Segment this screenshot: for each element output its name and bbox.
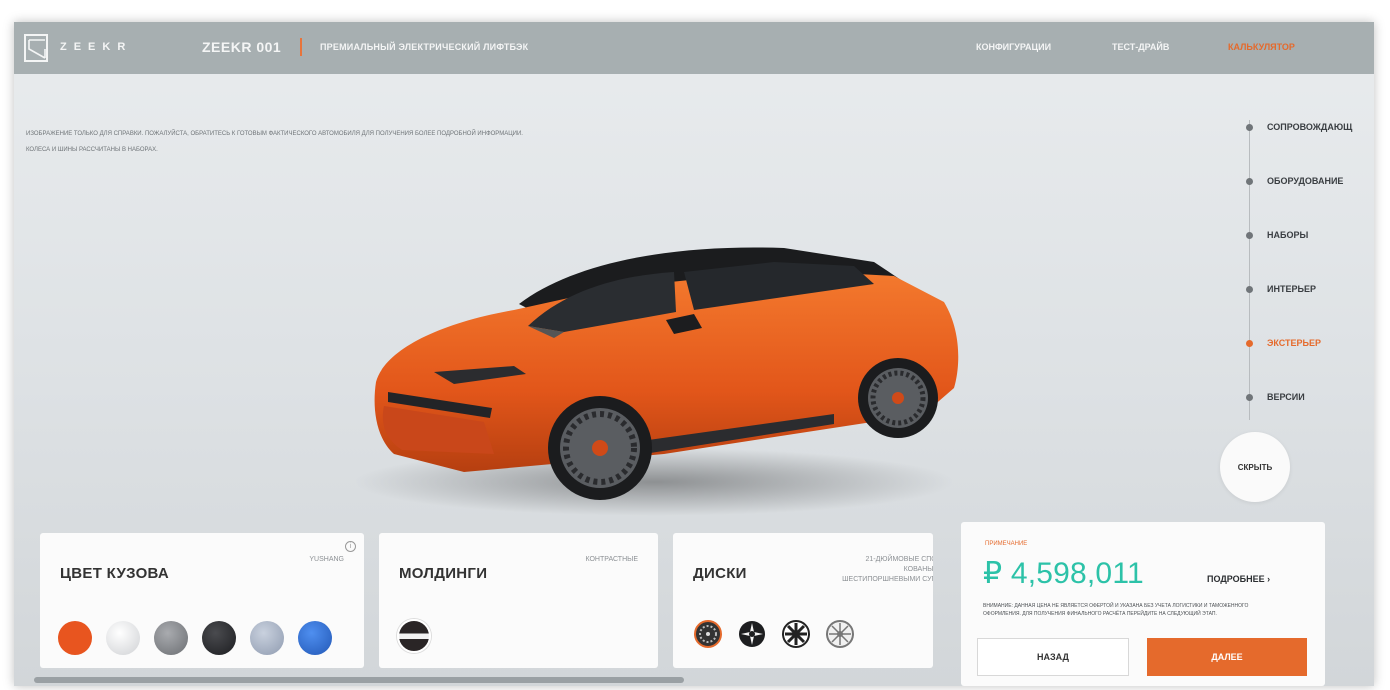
wheels-card: ДИСКИ 21-ДЮЙМОВЫЕ СПОРТИВНЫЕ КОВАНЫЕ ДИС…	[673, 533, 933, 668]
front-wheel	[548, 396, 652, 500]
step-label: ОБОРУДОВАНИЕ	[1267, 176, 1344, 186]
moldings-options	[397, 619, 431, 653]
wheels-value-line-1: 21-ДЮЙМОВЫЕ СПОРТИВНЫЕ	[865, 556, 934, 563]
zeekr-logo-icon[interactable]	[24, 34, 48, 62]
nav-test-drive[interactable]: ТЕСТ-ДРАЙВ	[1112, 42, 1169, 52]
step-versions[interactable]: ВЕРСИИ	[1246, 392, 1305, 402]
step-exterior[interactable]: ЭКСТЕРЬЕР	[1246, 338, 1321, 348]
moldings-title: МОЛДИНГИ	[399, 565, 488, 582]
step-dot-icon	[1246, 285, 1253, 293]
header-divider	[300, 38, 302, 56]
nav-configurations[interactable]: КОНФИГУРАЦИИ	[976, 42, 1051, 52]
wheel-option-3-icon[interactable]	[781, 619, 811, 649]
swatch-white[interactable]	[106, 621, 140, 655]
step-label: СОПРОВОЖДАЮЩ	[1267, 122, 1353, 132]
step-label: ЭКСТЕРЬЕР	[1267, 338, 1322, 348]
wheel-options	[693, 619, 855, 649]
price-panel: ПРИМЕЧАНИЕ ₽ 4,598,011 ПОДРОБНЕЕ › ВНИМА…	[961, 522, 1325, 686]
disclaimer-line-1: ИЗОБРАЖЕНИЕ ТОЛЬКО ДЛЯ СПРАВКИ. ПОЖАЛУЙС…	[26, 131, 523, 137]
details-link[interactable]: ПОДРОБНЕЕ ›	[1207, 574, 1270, 584]
step-dot-icon	[1246, 231, 1253, 239]
body-color-title: ЦВЕТ КУЗОВА	[60, 565, 170, 582]
step-dot-icon	[1246, 123, 1253, 131]
info-icon[interactable]: i	[345, 541, 356, 552]
body-color-value: YUSHANG	[309, 556, 344, 563]
swatch-black[interactable]	[202, 621, 236, 655]
configurator-window: ZEEKR ZEEKR 001 ПРЕМИАЛЬНЫЙ ЭЛЕКТРИЧЕСКИ…	[14, 22, 1374, 686]
steps-line	[1249, 120, 1250, 420]
configurator-steps: СОПРОВОЖДАЮЩ ОБОРУДОВАНИЕ НАБОРЫ ИНТЕРЬЕ…	[1246, 112, 1374, 442]
step-label: ИНТЕРЬЕР	[1267, 284, 1316, 294]
moldings-value: КОНТРАСТНЫЕ	[585, 556, 638, 563]
wheels-title: ДИСКИ	[693, 565, 747, 582]
step-label: НАБОРЫ	[1267, 230, 1309, 240]
molding-contrast-option[interactable]	[397, 619, 431, 653]
step-dot-icon	[1246, 177, 1253, 185]
top-navigation-bar: ZEEKR ZEEKR 001 ПРЕМИАЛЬНЫЙ ЭЛЕКТРИЧЕСКИ…	[14, 22, 1374, 74]
swatch-light-blue-grey[interactable]	[250, 621, 284, 655]
step-label: ВЕРСИИ	[1267, 392, 1305, 402]
rear-wheel	[858, 358, 938, 438]
wheel-option-4-icon[interactable]	[825, 619, 855, 649]
body-color-card: ЦВЕТ КУЗОВА YUSHANG i	[40, 533, 364, 668]
wheels-value: 21-ДЮЙМОВЫЕ СПОРТИВНЫЕ КОВАНЫЕ ДИСКИ С Ш…	[771, 555, 933, 585]
moldings-card: МОЛДИНГИ КОНТРАСТНЫЕ	[379, 533, 658, 668]
step-packages[interactable]: НАБОРЫ	[1246, 230, 1308, 240]
hide-button[interactable]: СКРЫТЬ	[1220, 432, 1290, 502]
step-interior[interactable]: ИНТЕРЬЕР	[1246, 284, 1316, 294]
price-note: ВНИМАНИЕ: ДАННАЯ ЦЕНА НЕ ЯВЛЯЕТСЯ ОФЕРТО…	[983, 603, 1249, 617]
wheel-option-1-icon[interactable]	[693, 619, 723, 649]
nav-calculator[interactable]: КАЛЬКУЛЯТОР	[1228, 42, 1295, 52]
model-name: ZEEKR 001	[202, 39, 282, 55]
next-button[interactable]: ДАЛЕЕ	[1147, 638, 1307, 676]
horizontal-scrollbar[interactable]	[34, 677, 684, 683]
swatch-grey[interactable]	[154, 621, 188, 655]
swatch-blue[interactable]	[298, 621, 332, 655]
image-disclaimer: ИЗОБРАЖЕНИЕ ТОЛЬКО ДЛЯ СПРАВКИ. ПОЖАЛУЙС…	[26, 126, 706, 158]
car-preview-image[interactable]	[314, 192, 994, 532]
total-price: ₽ 4,598,011	[983, 557, 1144, 590]
price-label: ПРИМЕЧАНИЕ	[985, 541, 1028, 547]
wheel-option-2-icon[interactable]	[737, 619, 767, 649]
step-dot-icon	[1246, 393, 1253, 401]
step-accompanying[interactable]: СОПРОВОЖДАЮЩ	[1246, 122, 1352, 132]
brand-name[interactable]: ZEEKR	[60, 41, 132, 53]
wheels-value-line-2: КОВАНЫЕ ДИСКИ С	[903, 566, 933, 573]
details-label: ПОДРОБНЕЕ	[1207, 574, 1265, 584]
step-dot-icon	[1246, 339, 1253, 347]
back-button[interactable]: НАЗАД	[977, 638, 1129, 676]
wheels-value-line-3: ШЕСТИПОРШНЕВЫМИ СУППОРТАМИ	[842, 576, 933, 583]
swatch-orange[interactable]	[58, 621, 92, 655]
chevron-right-icon: ›	[1267, 574, 1271, 584]
body-color-swatches	[58, 621, 332, 655]
step-equipment[interactable]: ОБОРУДОВАНИЕ	[1246, 176, 1343, 186]
model-tagline: ПРЕМИАЛЬНЫЙ ЭЛЕКТРИЧЕСКИЙ ЛИФТБЭК	[320, 42, 529, 52]
disclaimer-line-2: КОЛЕСА И ШИНЫ РАССЧИТАНЫ В НАБОРАХ.	[26, 147, 158, 153]
